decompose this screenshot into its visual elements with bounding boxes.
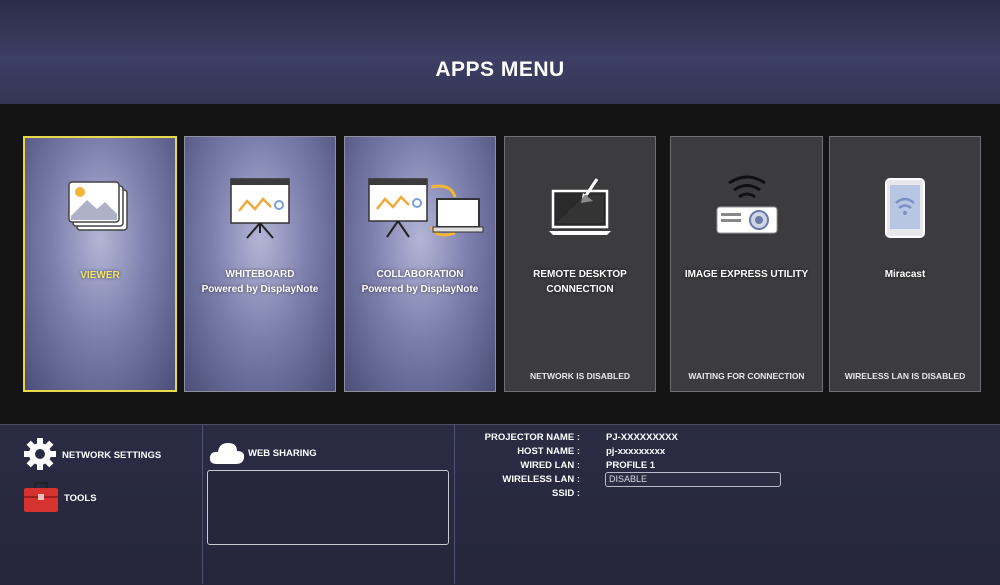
remote-desktop-laptop-icon [505,175,655,255]
toolbox-icon [22,480,60,517]
app-status: WIRELESS LAN IS DISABLED [844,371,966,381]
projector-name-value: PJ-XXXXXXXXX [606,432,678,443]
cloud-icon [208,440,246,471]
app-label: Miracast [884,269,926,280]
wired-lan-label: WIRED LAN : [520,460,580,471]
web-sharing-panel[interactable] [207,470,449,545]
tools-button[interactable]: TOOLS [22,480,97,517]
app-label: COLLABORATION Powered by DisplayNote [361,269,479,295]
collaboration-icon [345,177,495,257]
app-label: REMOTE DESKTOP CONNECTION [533,269,627,295]
whiteboard-easel-icon [185,175,335,255]
wireless-lan-field[interactable]: DISABLE [605,472,781,487]
projector-name-row: PROJECTOR NAME : PJ-XXXXXXXXX [460,432,980,446]
app-label: WHITEBOARD Powered by DisplayNote [201,269,319,295]
divider [202,424,203,584]
tools-label: TOOLS [64,493,97,504]
app-label: VIEWER [80,270,120,281]
ssid-row: SSID : [460,488,980,502]
wired-lan-value: PROFILE 1 [606,460,656,471]
header-bar [0,0,1000,104]
viewer-photos-icon [25,176,175,256]
projector-name-label: PROJECTOR NAME : [484,432,580,443]
network-settings-button[interactable]: NETWORK SETTINGS [22,436,161,475]
app-tile-viewer[interactable]: VIEWER [23,136,177,392]
tablet-wifi-icon [830,177,980,257]
app-tile-whiteboard[interactable]: WHITEBOARD Powered by DisplayNote [184,136,336,392]
app-status: NETWORK IS DISABLED [529,371,631,381]
web-sharing-label: WEB SHARING [248,448,317,459]
network-settings-label: NETWORK SETTINGS [62,450,162,461]
app-tile-remote-desktop[interactable]: REMOTE DESKTOP CONNECTION NETWORK IS DIS… [504,136,656,392]
host-name-value: pj-xxxxxxxxx [606,446,666,457]
app-tile-collaboration[interactable]: COLLABORATION Powered by DisplayNote [344,136,496,392]
app-tile-image-express-utility[interactable]: IMAGE EXPRESS UTILITY WAITING FOR CONNEC… [670,136,823,392]
gear-icon [22,436,58,475]
app-status: WAITING FOR CONNECTION [688,371,805,381]
host-name-row: HOST NAME : pj-xxxxxxxxx [460,446,980,460]
app-tile-miracast[interactable]: Miracast WIRELESS LAN IS DISABLED [829,136,981,392]
divider [454,424,455,584]
app-label: IMAGE EXPRESS UTILITY [684,269,809,280]
projector-wireless-icon [671,173,822,253]
page-title: APPS MENU [435,58,565,81]
host-name-label: HOST NAME : [517,446,580,457]
ssid-label: SSID : [552,488,580,499]
wireless-lan-label: WIRELESS LAN : [502,474,580,485]
